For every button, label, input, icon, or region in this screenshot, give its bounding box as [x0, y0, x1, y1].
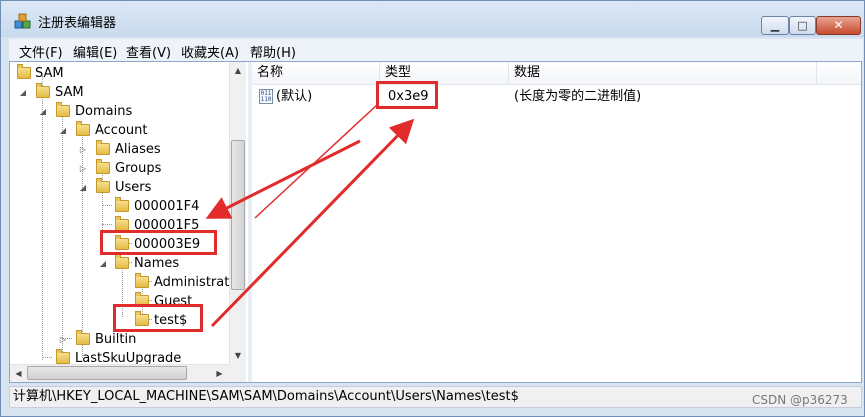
collapse-icon[interactable]: ◢ [18, 83, 28, 102]
minimize-button[interactable]: ▁ [761, 16, 789, 35]
tree-item-label: Administrat [154, 275, 230, 290]
folder-icon [135, 273, 149, 288]
tree-horizontal-scrollbar[interactable]: ◀ ▶ [10, 364, 229, 382]
expand-icon[interactable]: ▷ [78, 159, 88, 178]
menu-bar: 文件(F) 编辑(E) 查看(V) 收藏夹(A) 帮助(H) [9, 39, 863, 61]
folder-icon [96, 178, 110, 193]
watermark: CSDN @p36273 [752, 393, 848, 407]
list-header: 名称 类型 数据 [252, 62, 861, 85]
tree-item-label: SAM [35, 66, 64, 81]
scroll-left-icon[interactable]: ◀ [10, 365, 27, 382]
folder-icon [115, 197, 129, 212]
close-button[interactable]: ✕ [816, 16, 861, 35]
expand-icon[interactable]: ▷ [58, 330, 68, 349]
folder-icon [115, 254, 129, 269]
title-bar[interactable]: 注册表编辑器 ▁ □ ✕ [1, 1, 864, 37]
menu-help[interactable]: 帮助(H) [250, 42, 296, 61]
scroll-down-icon[interactable]: ▼ [230, 347, 246, 364]
status-bar: 计算机\HKEY_LOCAL_MACHINE\SAM\SAM\Domains\A… [9, 386, 862, 408]
maximize-button[interactable]: □ [789, 16, 816, 35]
value-name: (默认) [276, 89, 313, 104]
highlight-box-000003e9 [100, 230, 217, 255]
registry-editor-window: 注册表编辑器 ▁ □ ✕ 文件(F) 编辑(E) 查看(V) 收藏夹(A) 帮助… [0, 0, 865, 417]
collapse-icon[interactable]: ◢ [58, 121, 68, 140]
folder-icon [76, 121, 90, 136]
expand-icon[interactable]: ▷ [78, 140, 88, 159]
scroll-up-icon[interactable]: ▲ [230, 62, 246, 79]
tree-item-label: Names [134, 256, 180, 271]
menu-view[interactable]: 查看(V) [126, 42, 171, 61]
menu-file[interactable]: 文件(F) [19, 42, 63, 61]
tree-item-label: Users [115, 180, 152, 195]
tree-item-label: Groups [115, 161, 162, 176]
binary-value-icon: 011 110 [259, 89, 273, 104]
tree-item-label: Account [95, 123, 148, 138]
folder-icon [56, 349, 70, 364]
menu-edit[interactable]: 编辑(E) [73, 42, 117, 61]
folder-icon [17, 64, 31, 79]
registry-editor-icon [14, 13, 31, 29]
value-row[interactable]: 011 110 (默认) 0x3e9 (长度为零的二进制值) [252, 86, 861, 108]
collapse-icon[interactable]: ◢ [98, 254, 108, 273]
folder-icon [76, 330, 90, 345]
highlight-box-test [113, 304, 203, 332]
tree-vertical-scrollbar[interactable]: ▲ ▼ [229, 62, 246, 364]
value-data: (长度为零的二进制值) [514, 89, 642, 104]
tree-item-label: Domains [75, 104, 133, 119]
tree-item-label: SAM [55, 85, 84, 100]
key-tree: SAM ◢ SAM ◢ Domains ◢ Account ▷ Aliases [10, 62, 248, 382]
column-data[interactable]: 数据 [509, 62, 817, 84]
folder-icon [56, 102, 70, 117]
menu-favorites[interactable]: 收藏夹(A) [181, 42, 239, 61]
column-name[interactable]: 名称 [252, 62, 380, 84]
tree-item-label: Builtin [95, 332, 137, 347]
collapse-icon[interactable]: ◢ [78, 178, 88, 197]
main-panes: SAM ◢ SAM ◢ Domains ◢ Account ▷ Aliases [9, 61, 862, 383]
tree-item-label: Aliases [115, 142, 161, 157]
window-title: 注册表编辑器 [38, 16, 117, 31]
scroll-thumb[interactable] [231, 140, 245, 290]
collapse-icon[interactable]: ◢ [38, 102, 48, 121]
folder-icon [96, 140, 110, 155]
scroll-right-icon[interactable]: ▶ [211, 365, 228, 382]
folder-icon [36, 83, 50, 98]
tree-item-label: 000001F4 [134, 199, 200, 214]
scroll-thumb[interactable] [27, 366, 187, 380]
highlight-box-type [376, 81, 438, 109]
folder-icon [96, 159, 110, 174]
value-list: 名称 类型 数据 011 110 (默认) 0x3e9 (长度为零的二进制值) [252, 62, 861, 382]
scrollbar-corner [229, 364, 246, 382]
